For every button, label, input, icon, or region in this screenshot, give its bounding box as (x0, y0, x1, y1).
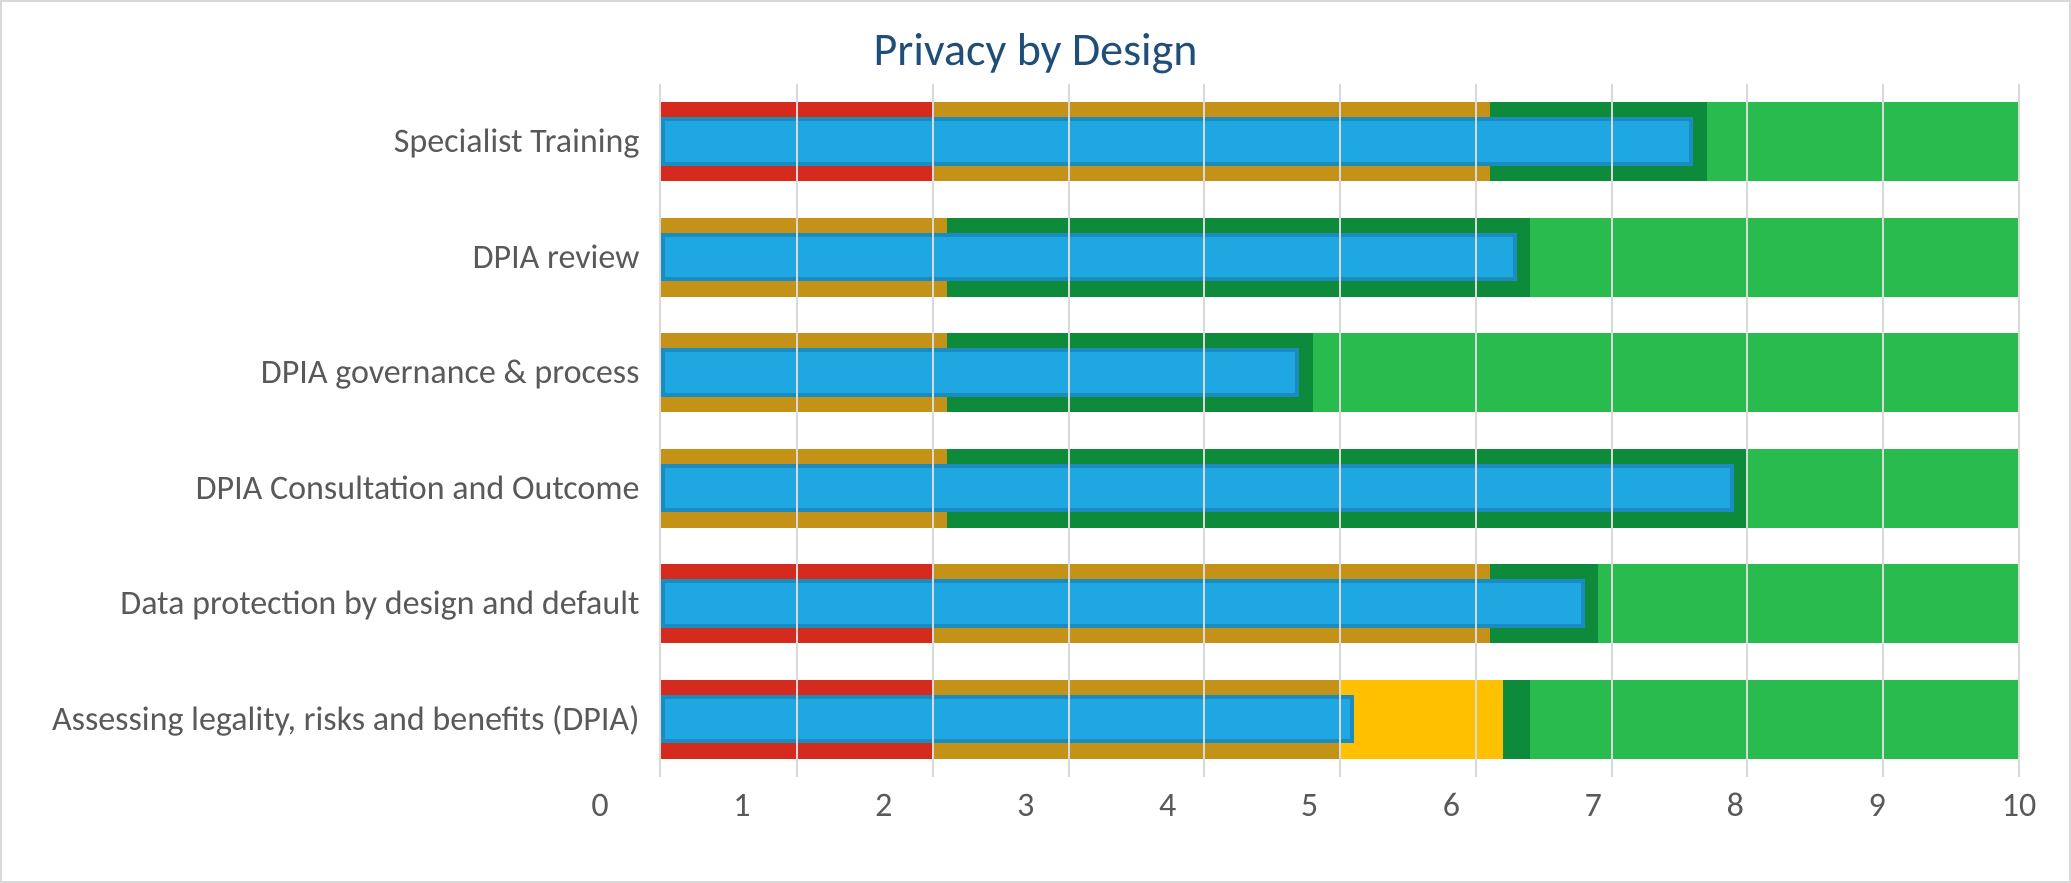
x-tick-label: 3 (1017, 785, 1034, 826)
gridline (796, 84, 798, 777)
y-axis-label: DPIA Consultation and Outcome (52, 431, 659, 547)
zone-yellow (1340, 680, 1503, 759)
gridline (1475, 84, 1477, 777)
x-tick-label: 2 (875, 785, 892, 826)
chart-frame: Privacy by Design Specialist TrainingDPI… (0, 0, 2071, 883)
score-bar (661, 117, 1693, 166)
x-tick-label: 9 (1868, 785, 1885, 826)
gridline (932, 84, 934, 777)
x-tick-label: 4 (1159, 785, 1176, 826)
plot-area (659, 84, 2019, 777)
x-tick-label: 10 (2002, 785, 2036, 826)
chart-title: Privacy by Design (52, 22, 2019, 78)
x-axis-ticks: 012345678910 (600, 785, 2019, 833)
gridline (1746, 84, 1748, 777)
score-bar (661, 695, 1353, 744)
x-tick-label: 6 (1443, 785, 1460, 826)
score-bar (661, 233, 1516, 282)
x-tick-label: 7 (1585, 785, 1602, 826)
x-tick-label: 5 (1301, 785, 1318, 826)
gridline (1611, 84, 1613, 777)
zone-darkgreen (1503, 680, 1530, 759)
zone-green (1707, 102, 2019, 181)
x-tick-label: 0 (591, 785, 608, 826)
zone-green (1530, 680, 2019, 759)
zone-green (1598, 564, 2019, 643)
plot-row: Specialist TrainingDPIA reviewDPIA gover… (52, 84, 2019, 777)
y-axis-label: DPIA review (52, 200, 659, 316)
gridline (1068, 84, 1070, 777)
gridline (1882, 84, 1884, 777)
gridline (2018, 84, 2020, 777)
x-tick-label: 8 (1727, 785, 1744, 826)
score-bar (661, 579, 1584, 628)
y-axis-label: Specialist Training (52, 84, 659, 200)
zone-green (1530, 218, 2019, 297)
score-bar (661, 464, 1733, 513)
y-axis-label: Assessing legality, risks and benefits (… (52, 662, 659, 778)
y-axis-label: Data protection by design and default (52, 546, 659, 662)
x-axis: 012345678910 (52, 785, 2019, 833)
gridline (1339, 84, 1341, 777)
x-tick-label: 1 (733, 785, 750, 826)
y-axis-label: DPIA governance & process (52, 315, 659, 431)
y-axis-labels: Specialist TrainingDPIA reviewDPIA gover… (52, 84, 659, 777)
gridline (1203, 84, 1205, 777)
zone-green (1313, 333, 2019, 412)
